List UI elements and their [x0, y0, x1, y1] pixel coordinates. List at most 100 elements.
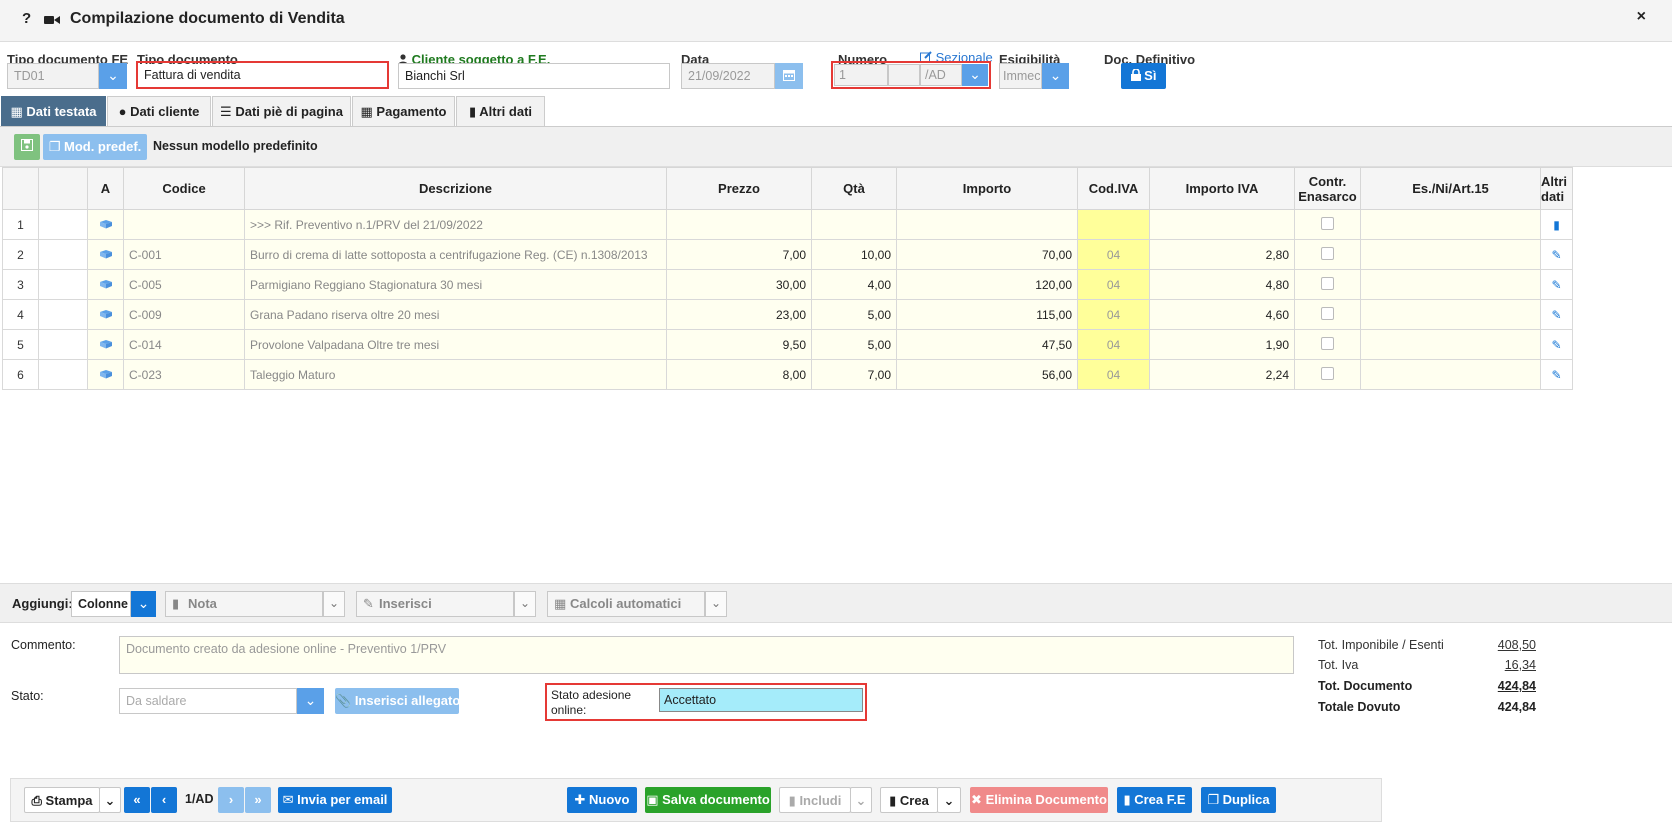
chevron-down-icon[interactable]: ⌄ — [850, 787, 872, 813]
cell-esenzione[interactable] — [1360, 329, 1541, 360]
tab-altri-dati[interactable]: ▮ Altri dati — [456, 96, 545, 127]
cell-descrizione[interactable]: >>> Rif. Preventivo n.1/PRV del 21/09/20… — [244, 209, 667, 240]
stato-select[interactable]: Da saldare — [119, 688, 297, 714]
stampa-button[interactable]: ⎙ Stampa — [24, 787, 100, 813]
product-box-icon[interactable] — [87, 269, 124, 300]
duplica-button[interactable]: ❐ Duplica — [1201, 787, 1276, 813]
cell-importo[interactable]: 70,00 — [896, 239, 1078, 270]
col-header[interactable]: Cod.IVA — [1077, 167, 1150, 210]
table-row[interactable]: 4 C-009 Grana Padano riserva oltre 20 mesi… — [2, 299, 1573, 330]
cell-descrizione[interactable]: Parmigiano Reggiano Stagionatura 30 mesi — [244, 269, 667, 300]
cell-importo[interactable]: 115,00 — [896, 299, 1078, 330]
product-box-icon[interactable] — [87, 329, 124, 360]
cell-esenzione[interactable] — [1360, 239, 1541, 270]
cell-prezzo[interactable]: 8,00 — [666, 359, 812, 390]
cell-cod-iva[interactable]: 04 — [1077, 359, 1150, 390]
cell-codice[interactable]: C-005 — [123, 269, 245, 300]
cell-qta[interactable]: 4,00 — [811, 269, 897, 300]
save-icon[interactable] — [14, 134, 40, 160]
row-handle[interactable] — [38, 269, 88, 300]
prev-page-icon[interactable]: ‹ — [151, 787, 177, 813]
edit-icon[interactable]: ✎ — [1551, 368, 1561, 382]
enasarco-checkbox[interactable] — [1321, 216, 1334, 230]
chevron-down-icon[interactable]: ⌄ — [514, 591, 536, 617]
cell-esenzione[interactable] — [1360, 299, 1541, 330]
cell-prezzo[interactable]: 9,50 — [666, 329, 812, 360]
cell-esenzione[interactable] — [1360, 209, 1541, 240]
cell-codice[interactable] — [123, 209, 245, 240]
next-page-icon[interactable]: › — [218, 787, 244, 813]
cell-descrizione[interactable]: Grana Padano riserva oltre 20 mesi — [244, 299, 667, 330]
cell-qta[interactable]: 5,00 — [811, 329, 897, 360]
col-header[interactable]: Importo IVA — [1149, 167, 1295, 210]
cell-codice[interactable]: C-001 — [123, 239, 245, 270]
cell-prezzo[interactable]: 23,00 — [666, 299, 812, 330]
cell-cod-iva[interactable]: 04 — [1077, 299, 1150, 330]
row-handle[interactable] — [38, 299, 88, 330]
table-row[interactable]: 3 C-005 Parmigiano Reggiano Stagionatura 3… — [2, 269, 1573, 300]
cell-qta[interactable]: 5,00 — [811, 299, 897, 330]
tot-documento-value[interactable]: 424,84 — [1470, 679, 1536, 693]
row-handle[interactable] — [38, 209, 88, 240]
product-box-icon[interactable] — [87, 239, 124, 270]
chevron-down-icon[interactable]: ⌄ — [323, 591, 345, 617]
data-field[interactable]: 21/09/2022 — [681, 63, 775, 89]
first-page-icon[interactable]: « — [124, 787, 150, 813]
chevron-down-icon[interactable]: ⌄ — [1042, 63, 1069, 89]
tab-dati-testata[interactable]: ▦ Dati testata — [1, 96, 106, 127]
table-row[interactable]: 6 C-023 Taleggio Maturo 8,00 7,00 56,00 04 2,24… — [2, 359, 1573, 390]
calendar-icon[interactable] — [775, 63, 803, 89]
cell-importo[interactable]: 47,50 — [896, 329, 1078, 360]
tab-pagamento[interactable]: ▦ Pagamento — [352, 96, 455, 127]
enasarco-checkbox[interactable] — [1321, 276, 1334, 290]
cell-qta[interactable]: 10,00 — [811, 239, 897, 270]
cell-importo[interactable] — [896, 209, 1078, 240]
cell-esenzione[interactable] — [1360, 359, 1541, 390]
cell-cod-iva[interactable]: 04 — [1077, 269, 1150, 300]
cell-cod-iva[interactable]: 04 — [1077, 329, 1150, 360]
elimina-documento-button[interactable]: ✖ Elimina Documento — [970, 787, 1108, 813]
col-header[interactable]: Altri dati — [1540, 167, 1573, 210]
commento-field[interactable]: Documento creato da adesione online - Pr… — [119, 636, 1294, 674]
cell-descrizione[interactable]: Provolone Valpadana Oltre tre mesi — [244, 329, 667, 360]
chevron-down-icon[interactable]: ⌄ — [131, 591, 156, 617]
cell-codice[interactable]: C-014 — [123, 329, 245, 360]
chevron-down-icon[interactable]: ⌄ — [937, 787, 961, 813]
nota-select[interactable]: ▮ Nota — [165, 591, 323, 617]
enasarco-checkbox[interactable] — [1321, 336, 1334, 350]
inserisci-allegato-button[interactable]: 📎 Inserisci allegato — [335, 688, 460, 714]
table-row[interactable]: 5 C-014 Provolone Valpadana Oltre tre mesi… — [2, 329, 1573, 360]
cell-cod-iva[interactable]: 04 — [1077, 239, 1150, 270]
inserisci-select[interactable]: ✎ Inserisci — [356, 591, 514, 617]
table-row[interactable]: 2 C-001 Burro di crema di latte sottoposta… — [2, 239, 1573, 270]
edit-icon[interactable]: ✎ — [1551, 248, 1561, 262]
help-icon[interactable]: ? — [22, 10, 31, 27]
adesione-field[interactable]: Accettato — [659, 688, 863, 712]
esigibilita-select[interactable]: Immec — [999, 63, 1042, 89]
nuovo-button[interactable]: ✚ Nuovo — [567, 787, 637, 813]
tab-dati-cliente[interactable]: ● Dati cliente — [107, 96, 211, 127]
edit-icon[interactable]: ✎ — [1551, 278, 1561, 292]
chevron-down-icon[interactable]: ⌄ — [297, 688, 324, 714]
product-box-icon[interactable] — [87, 359, 124, 390]
close-icon[interactable]: × — [1637, 8, 1646, 26]
col-header[interactable]: Contr. Enasarco — [1294, 167, 1361, 210]
cell-qta[interactable]: 7,00 — [811, 359, 897, 390]
col-header[interactable]: Qtà — [811, 167, 897, 210]
cell-importo[interactable]: 120,00 — [896, 269, 1078, 300]
tipo-fe-select[interactable]: TD01 — [7, 63, 99, 89]
cell-prezzo[interactable]: 30,00 — [666, 269, 812, 300]
enasarco-checkbox[interactable] — [1321, 366, 1334, 380]
enasarco-checkbox[interactable] — [1321, 306, 1334, 320]
edit-icon[interactable]: ✎ — [1551, 308, 1561, 322]
cell-descrizione[interactable]: Taleggio Maturo — [244, 359, 667, 390]
enasarco-checkbox[interactable] — [1321, 246, 1334, 260]
cell-cod-iva[interactable] — [1077, 209, 1150, 240]
cliente-field[interactable]: Bianchi Srl — [398, 63, 670, 89]
edit-icon[interactable]: ✎ — [1551, 338, 1561, 352]
col-header[interactable]: Prezzo — [666, 167, 812, 210]
chevron-down-icon[interactable]: ⌄ — [705, 591, 727, 617]
tab-dati-pie-di-pagina[interactable]: ☰ Dati piè di pagina — [212, 96, 351, 127]
mod-predef-button[interactable]: ❐ Mod. predef. — [43, 134, 147, 160]
cell-codice[interactable]: C-009 — [123, 299, 245, 330]
